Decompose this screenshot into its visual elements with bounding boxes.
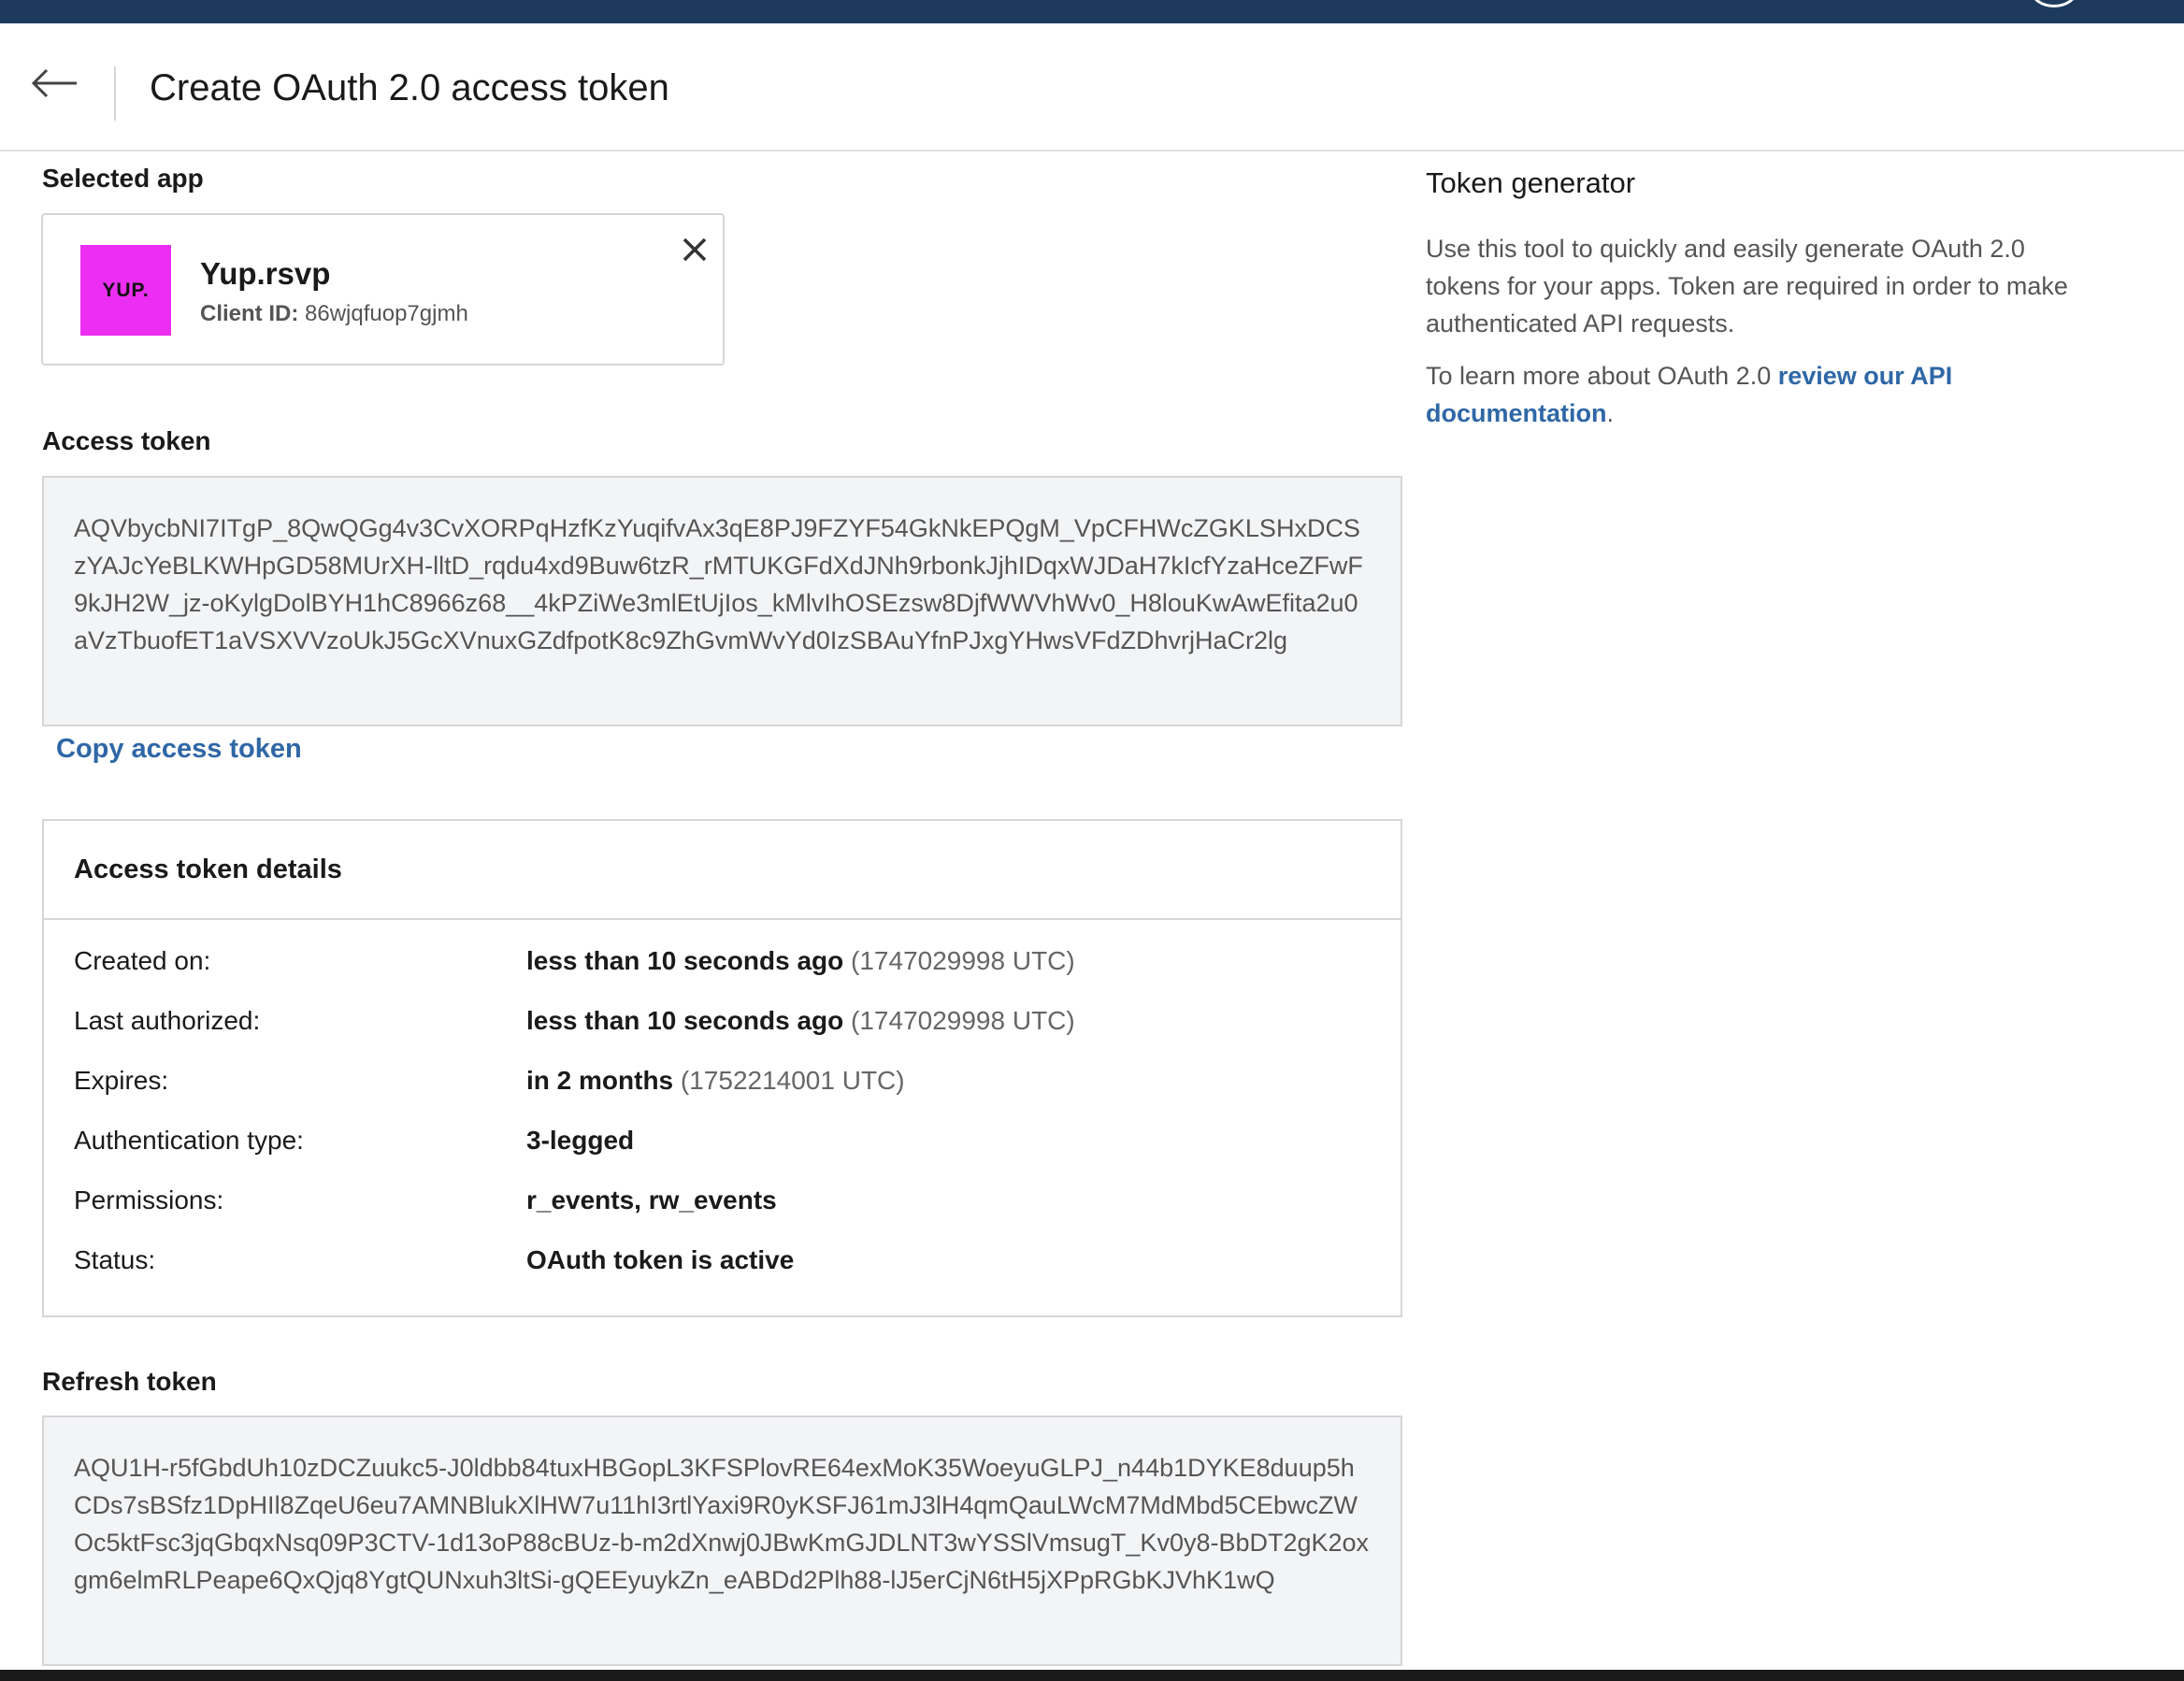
header-divider — [114, 66, 116, 121]
detail-label: Permissions: — [74, 1185, 224, 1214]
detail-value-main: r_events, rw_events — [526, 1185, 777, 1214]
page-title: Create OAuth 2.0 access token — [150, 67, 669, 108]
access-token-field[interactable]: AQVbycbNI7ITgP_8QwQGg4v3CvXORPqHzfKzYuqi… — [42, 476, 1402, 726]
profile-avatar[interactable] — [2031, 0, 2077, 7]
detail-value-main: less than 10 seconds ago — [526, 1006, 844, 1035]
refresh-token-field[interactable]: AQU1H-r5fGbdUh10zDCZuukc5-J0ldbb84tuxHBG… — [42, 1415, 1402, 1666]
detail-value-main: OAuth token is active — [526, 1245, 795, 1274]
client-id-line: Client ID: 86wjqfuop7gjmh — [200, 301, 468, 327]
details-title: Access token details — [44, 821, 1401, 920]
client-id-value: 86wjqfuop7gjmh — [305, 301, 468, 326]
learn-more-prefix: To learn more about OAuth 2.0 — [1426, 362, 1778, 390]
learn-more-text: To learn more about OAuth 2.0 review our… — [1426, 357, 2080, 432]
detail-value-extra: (1747029998 UTC) — [851, 946, 1075, 975]
top-navigation-bar — [0, 0, 2184, 23]
detail-row-status: Status: OAuth token is active — [74, 1242, 1364, 1279]
token-generator-description: Use this tool to quickly and easily gene… — [1426, 235, 2068, 338]
detail-value-extra: (1747029998 UTC) — [851, 1006, 1075, 1035]
refresh-token-label: Refresh token — [42, 1367, 217, 1396]
detail-value-main: 3-legged — [526, 1126, 635, 1155]
app-name: Yup.rsvp — [200, 256, 331, 291]
detail-value-main: less than 10 seconds ago — [526, 946, 844, 975]
detail-label: Created on: — [74, 946, 211, 975]
detail-value-main: in 2 months — [526, 1066, 674, 1095]
app-logo: YUP. — [80, 245, 171, 336]
detail-label: Last authorized: — [74, 1006, 261, 1035]
detail-label: Authentication type: — [74, 1126, 304, 1155]
learn-more-suffix: . — [1606, 399, 1615, 427]
close-icon — [682, 237, 707, 262]
selected-app-label: Selected app — [42, 164, 204, 193]
selected-app-card: YUP. Yup.rsvp Client ID: 86wjqfuop7gjmh — [41, 213, 725, 366]
detail-row-permissions: Permissions: r_events, rw_events — [74, 1182, 1364, 1219]
detail-row-authentication-type: Authentication type: 3-legged — [74, 1122, 1364, 1159]
detail-value: OAuth token is active — [526, 1242, 794, 1279]
detail-value: less than 10 seconds ago (1747029998 UTC… — [526, 942, 1075, 980]
remove-app-button[interactable] — [679, 234, 711, 266]
access-token-details-card: Access token details Created on: less th… — [42, 819, 1402, 1317]
detail-row-expires: Expires: in 2 months (1752214001 UTC) — [74, 1062, 1364, 1099]
detail-value-extra: (1752214001 UTC) — [680, 1066, 905, 1095]
back-button[interactable] — [28, 65, 84, 102]
arrow-left-icon — [31, 68, 77, 98]
detail-label: Expires: — [74, 1066, 169, 1095]
detail-value: in 2 months (1752214001 UTC) — [526, 1062, 905, 1099]
detail-row-last-authorized: Last authorized: less than 10 seconds ag… — [74, 1002, 1364, 1040]
detail-value: r_events, rw_events — [526, 1182, 777, 1219]
client-id-label: Client ID: — [200, 301, 299, 326]
app-logo-text: YUP. — [102, 279, 150, 301]
detail-label: Status: — [74, 1245, 156, 1274]
detail-value: 3-legged — [526, 1122, 634, 1159]
token-generator-title: Token generator — [1426, 166, 1636, 199]
access-token-label: Access token — [42, 426, 211, 455]
copy-access-token-link[interactable]: Copy access token — [56, 734, 302, 765]
detail-row-created-on: Created on: less than 10 seconds ago (17… — [74, 942, 1364, 980]
page-header: Create OAuth 2.0 access token — [0, 23, 2184, 151]
bottom-dock-strip — [0, 1670, 2184, 1681]
detail-value: less than 10 seconds ago (1747029998 UTC… — [526, 1002, 1075, 1040]
